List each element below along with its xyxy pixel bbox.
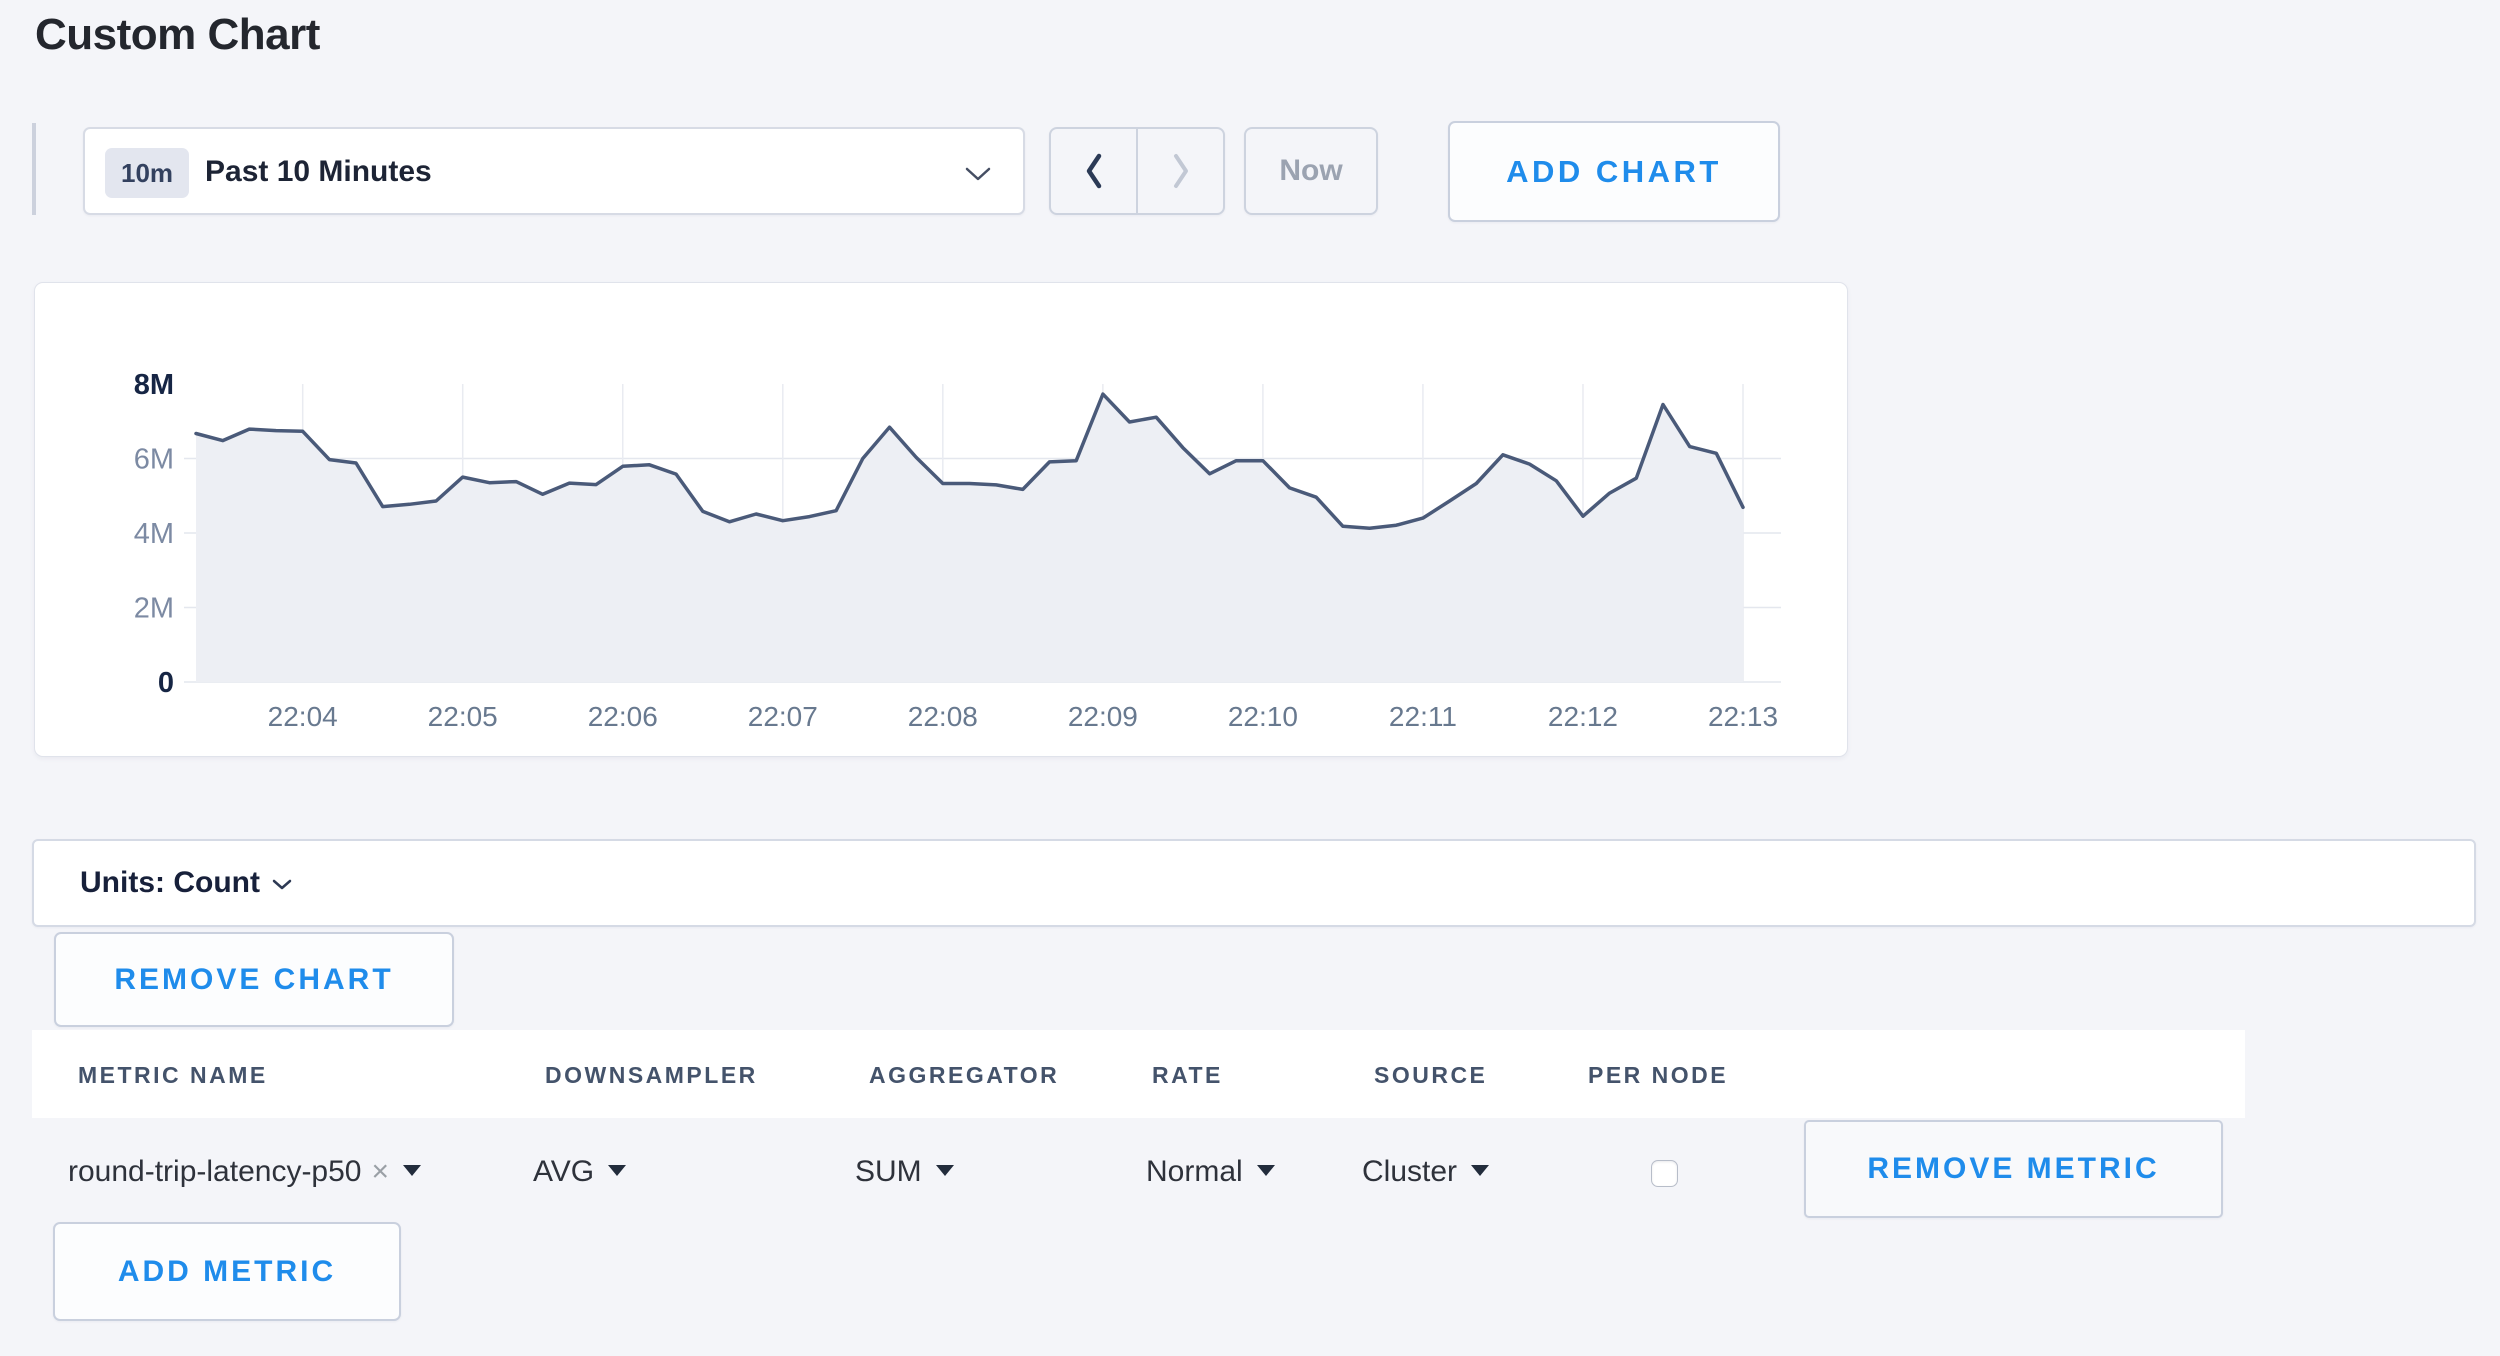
time-next-button[interactable] (1138, 129, 1223, 213)
chevron-left-icon (1083, 152, 1105, 190)
svg-text:22:10: 22:10 (1228, 701, 1298, 732)
add-chart-button[interactable]: ADD CHART (1448, 121, 1780, 222)
units-dropdown[interactable]: Units: Count (32, 839, 2476, 927)
svg-text:22:05: 22:05 (428, 701, 498, 732)
svg-text:22:13: 22:13 (1708, 701, 1778, 732)
remove-chart-button[interactable]: REMOVE CHART (54, 932, 454, 1027)
caret-down-icon (936, 1165, 954, 1176)
metric-name-value: round-trip-latency-p50 (68, 1155, 361, 1188)
source-value: Cluster (1362, 1155, 1457, 1188)
units-label: Units: Count (80, 866, 260, 900)
svg-text:4M: 4M (134, 518, 174, 550)
time-prev-button[interactable] (1051, 129, 1138, 213)
svg-text:22:04: 22:04 (268, 701, 338, 732)
svg-text:22:11: 22:11 (1389, 701, 1457, 732)
downsampler-dropdown[interactable]: AVG (533, 1155, 626, 1189)
remove-tag-icon[interactable]: × (371, 1155, 389, 1188)
source-dropdown[interactable]: Cluster (1362, 1155, 1489, 1189)
page-title: Custom Chart (35, 10, 320, 60)
chevron-down-icon (272, 879, 292, 891)
svg-text:8M: 8M (134, 369, 174, 401)
now-button[interactable]: Now (1244, 127, 1378, 215)
caret-down-icon (403, 1165, 421, 1176)
svg-text:6M: 6M (134, 444, 174, 476)
chevron-down-icon (965, 167, 991, 182)
svg-text:22:06: 22:06 (588, 701, 658, 732)
time-nav-group (1049, 127, 1225, 215)
caret-down-icon (1471, 1165, 1489, 1176)
add-metric-button[interactable]: ADD METRIC (53, 1222, 401, 1321)
aggregator-value: SUM (855, 1155, 922, 1188)
rate-value: Normal (1146, 1155, 1243, 1188)
caret-down-icon (608, 1165, 626, 1176)
svg-text:22:07: 22:07 (748, 701, 818, 732)
time-range-label: Past 10 Minutes (205, 155, 432, 189)
col-header-source: SOURCE (1374, 1062, 1487, 1089)
chevron-right-icon (1170, 152, 1192, 190)
aggregator-dropdown[interactable]: SUM (855, 1155, 954, 1189)
svg-text:22:12: 22:12 (1548, 701, 1618, 732)
metrics-table-header (32, 1030, 2245, 1118)
chart-card: 0 2M 4M 6M 8M 22:04 22:05 22:06 22:07 22:08 22:09 2… (34, 282, 1848, 757)
timeseries-chart: 0 2M 4M 6M 8M 22:04 22:05 22:06 22:07 22:08 22:09 2… (35, 283, 1846, 755)
svg-text:22:09: 22:09 (1068, 701, 1138, 732)
toolbar-accent-divider (32, 123, 36, 215)
col-header-aggregator: AGGREGATOR (869, 1062, 1059, 1089)
caret-down-icon (1257, 1165, 1275, 1176)
downsampler-value: AVG (533, 1155, 594, 1188)
remove-metric-button[interactable]: REMOVE METRIC (1804, 1120, 2223, 1218)
time-range-badge: 10m (105, 148, 189, 198)
time-range-select[interactable]: 10m Past 10 Minutes (83, 127, 1025, 215)
col-header-rate: RATE (1152, 1062, 1223, 1089)
per-node-checkbox[interactable] (1651, 1160, 1678, 1187)
col-header-metric-name: METRIC NAME (78, 1062, 268, 1089)
metric-name-dropdown[interactable]: round-trip-latency-p50 × (68, 1155, 421, 1189)
col-header-per-node: PER NODE (1588, 1062, 1728, 1089)
svg-text:2M: 2M (134, 593, 174, 625)
svg-text:22:08: 22:08 (908, 701, 978, 732)
rate-dropdown[interactable]: Normal (1146, 1155, 1275, 1189)
col-header-downsampler: DOWNSAMPLER (545, 1062, 758, 1089)
svg-text:0: 0 (158, 667, 174, 699)
